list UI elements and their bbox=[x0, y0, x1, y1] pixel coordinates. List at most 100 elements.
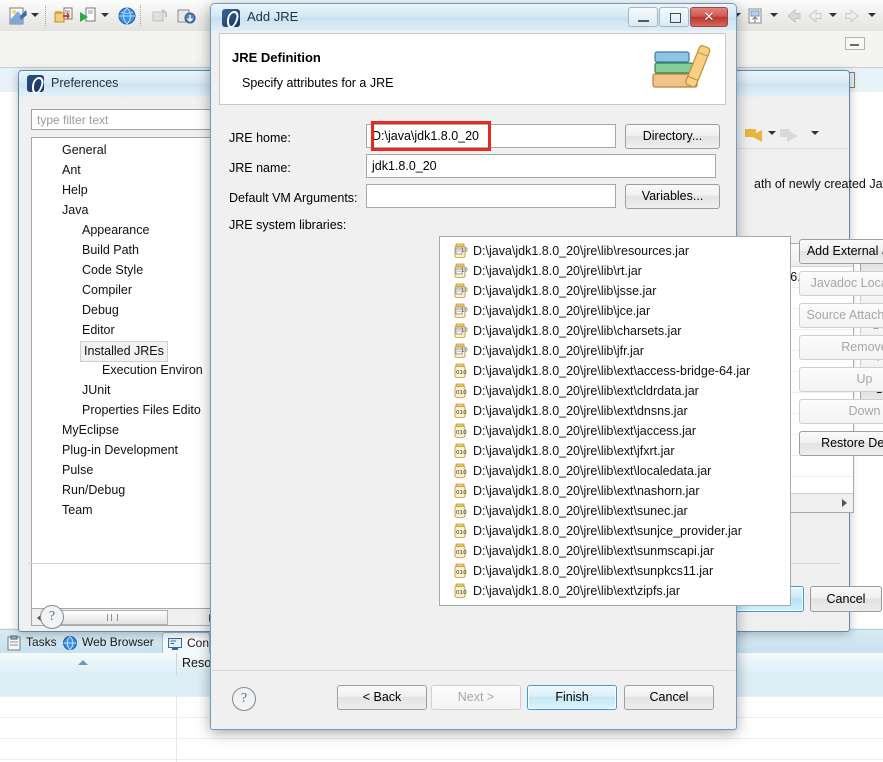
hscroll-thumb[interactable] bbox=[56, 610, 168, 625]
list-item[interactable]: 010D:\java\jdk1.8.0_20\jre\lib\ext\local… bbox=[440, 461, 790, 481]
jar-lib-icon: 10 bbox=[452, 323, 468, 339]
jre-name-input[interactable]: jdk1.8.0_20 bbox=[366, 154, 716, 178]
source-attachment-button[interactable]: Source Attachment... bbox=[799, 303, 883, 328]
list-item[interactable]: 10D:\java\jdk1.8.0_20\jre\lib\jce.jar bbox=[440, 301, 790, 321]
default-vm-arguments-input[interactable] bbox=[366, 184, 616, 208]
list-item[interactable]: 10D:\java\jdk1.8.0_20\jre\lib\rt.jar bbox=[440, 261, 790, 281]
scroll-right-arrow-icon[interactable] bbox=[842, 499, 847, 507]
add-jre-title-bar[interactable]: Add JRE ✕ bbox=[211, 4, 736, 31]
restore-default-button[interactable]: Restore Default bbox=[799, 431, 883, 456]
list-item[interactable]: 10D:\java\jdk1.8.0_20\jre\lib\charsets.j… bbox=[440, 321, 790, 341]
tree-item-ant[interactable]: Ant bbox=[62, 163, 81, 183]
finish-button[interactable]: Finish bbox=[527, 685, 617, 710]
list-item[interactable]: 010D:\java\jdk1.8.0_20\jre\lib\ext\acces… bbox=[440, 361, 790, 381]
tree-item-general[interactable]: General bbox=[62, 143, 106, 163]
preferences-cancel-button[interactable]: Cancel bbox=[810, 586, 882, 612]
detail-description-text: ath of newly created Java bbox=[754, 177, 883, 191]
next-button[interactable]: Next > bbox=[431, 685, 521, 710]
column-divider[interactable] bbox=[176, 653, 177, 675]
open-type-icon[interactable] bbox=[745, 6, 765, 26]
directory-button[interactable]: Directory... bbox=[625, 124, 720, 149]
run-icon[interactable] bbox=[78, 6, 98, 26]
tree-item-code-style[interactable]: Code Style bbox=[82, 263, 143, 283]
tab-web-browser[interactable]: Web Browser bbox=[58, 632, 168, 654]
list-item[interactable]: 010D:\java\jdk1.8.0_20\jre\lib\ext\zipfs… bbox=[440, 581, 790, 601]
tree-item-help[interactable]: Help bbox=[62, 183, 88, 203]
list-item[interactable]: 10D:\java\jdk1.8.0_20\jre\lib\resources.… bbox=[440, 241, 790, 261]
tree-item-execution-environments[interactable]: Execution Environ bbox=[102, 363, 203, 383]
tree-item-pulse[interactable]: Pulse bbox=[62, 463, 93, 483]
tree-item-debug[interactable]: Debug bbox=[82, 303, 119, 323]
list-item[interactable]: 010D:\java\jdk1.8.0_20\jre\lib\ext\sunms… bbox=[440, 541, 790, 561]
jre-system-libraries-list[interactable]: 10 D:\java\jdk1.8.0_20\jre\lib\resources.… bbox=[439, 236, 791, 606]
javadoc-location-button[interactable]: Javadoc Location... bbox=[799, 271, 883, 296]
svg-text:10: 10 bbox=[461, 308, 467, 314]
forward-menu-arrow[interactable] bbox=[868, 13, 876, 17]
tree-item-java[interactable]: Java bbox=[62, 203, 88, 223]
list-item[interactable]: 010D:\java\jdk1.8.0_20\jre\lib\ext\sunjc… bbox=[440, 521, 790, 541]
tree-item-compiler[interactable]: Compiler bbox=[82, 283, 132, 303]
view-column-resource-label: Reso bbox=[182, 656, 211, 670]
close-window-button[interactable]: ✕ bbox=[690, 7, 728, 27]
add-external-jars-button[interactable]: Add External JARs... bbox=[799, 239, 883, 264]
add-jre-dialog: Add JRE ✕ JRE Definition Specify attribu… bbox=[210, 3, 737, 730]
tree-item-run-debug[interactable]: Run/Debug bbox=[62, 483, 125, 503]
debug-icon[interactable] bbox=[150, 6, 170, 26]
svg-text:10: 10 bbox=[461, 348, 467, 354]
list-item[interactable]: 010D:\java\jdk1.8.0_20\jre\lib\ext\sunpk… bbox=[440, 561, 790, 581]
tree-item-junit[interactable]: JUnit bbox=[82, 383, 110, 403]
back-menu-arrow[interactable] bbox=[829, 13, 837, 17]
preferences-help-button[interactable]: ? bbox=[40, 605, 64, 629]
maximize-window-button[interactable] bbox=[659, 7, 689, 27]
svg-text:010: 010 bbox=[456, 590, 467, 596]
wizard-help-button[interactable]: ? bbox=[232, 687, 256, 711]
tree-item-appearance[interactable]: Appearance bbox=[82, 223, 149, 243]
list-item[interactable]: 10D:\java\jdk1.8.0_20\jre\lib\jfr.jar bbox=[440, 341, 790, 361]
jar-ext-icon: 010 bbox=[452, 403, 468, 419]
list-item-label: D:\java\jdk1.8.0_20\jre\lib\resources.ja… bbox=[473, 244, 689, 258]
preferences-filter-input[interactable]: type filter text bbox=[31, 109, 221, 130]
forward-history-dropdown-arrow[interactable] bbox=[811, 131, 819, 135]
tree-item-myeclipse[interactable]: MyEclipse bbox=[62, 423, 119, 443]
variables-button[interactable]: Variables... bbox=[625, 184, 720, 209]
open-type-menu-arrow[interactable] bbox=[770, 13, 778, 17]
open-web-browser-icon[interactable] bbox=[117, 6, 137, 26]
tree-item-build-path[interactable]: Build Path bbox=[82, 243, 139, 263]
table-row[interactable] bbox=[0, 738, 883, 760]
tree-item-plugin-development[interactable]: Plug-in Development bbox=[62, 443, 178, 463]
back-button[interactable]: < Back bbox=[337, 685, 427, 710]
preferences-tree[interactable]: General Ant Help Java Appearance Build P… bbox=[31, 137, 221, 609]
move-up-button[interactable]: Up bbox=[799, 367, 883, 392]
forward-icon[interactable] bbox=[843, 6, 863, 26]
eclipse-logo-icon bbox=[222, 9, 240, 27]
list-item[interactable]: 10D:\java\jdk1.8.0_20\jre\lib\jsse.jar bbox=[440, 281, 790, 301]
list-item[interactable]: 010D:\java\jdk1.8.0_20\jre\lib\ext\nasho… bbox=[440, 481, 790, 501]
tree-item-properties-files-editor[interactable]: Properties Files Edito bbox=[82, 403, 201, 423]
minimize-window-button[interactable] bbox=[628, 7, 658, 27]
list-item[interactable]: 010D:\java\jdk1.8.0_20\jre\lib\ext\jfxrt… bbox=[440, 441, 790, 461]
run-menu-arrow[interactable] bbox=[101, 13, 109, 17]
back-icon[interactable] bbox=[804, 6, 824, 26]
tree-item-editor[interactable]: Editor bbox=[82, 323, 115, 343]
tab-console[interactable]: Con bbox=[162, 632, 210, 654]
list-item[interactable]: 010D:\java\jdk1.8.0_20\jre\lib\ext\sunec… bbox=[440, 501, 790, 521]
jar-lib-icon: 10 bbox=[452, 303, 468, 319]
move-down-button[interactable]: Down bbox=[799, 399, 883, 424]
list-item[interactable]: 010D:\java\jdk1.8.0_20\jre\lib\ext\cldrd… bbox=[440, 381, 790, 401]
remove-library-button[interactable]: Remove bbox=[799, 335, 883, 360]
cancel-button[interactable]: Cancel bbox=[624, 685, 714, 710]
import-icon[interactable] bbox=[54, 6, 74, 26]
svg-text:10: 10 bbox=[461, 288, 467, 294]
list-item[interactable]: 010D:\java\jdk1.8.0_20\jre\lib\ext\dnsns… bbox=[440, 401, 790, 421]
export-icon[interactable] bbox=[176, 6, 196, 26]
new-menu-arrow[interactable] bbox=[31, 13, 39, 17]
tree-item-installed-jres[interactable]: Installed JREs bbox=[80, 341, 168, 362]
toolbar-separator-2 bbox=[140, 5, 142, 26]
back-history-dropdown-arrow[interactable] bbox=[768, 131, 776, 135]
back-history-icon[interactable] bbox=[783, 6, 803, 26]
minimize-editor-icon[interactable] bbox=[845, 37, 865, 50]
list-item[interactable]: 010D:\java\jdk1.8.0_20\jre\lib\ext\jacce… bbox=[440, 421, 790, 441]
list-item-label: D:\java\jdk1.8.0_20\jre\lib\ext\sunec.ja… bbox=[473, 504, 688, 518]
new-java-project-icon[interactable] bbox=[8, 6, 28, 26]
tree-item-team[interactable]: Team bbox=[62, 503, 93, 523]
